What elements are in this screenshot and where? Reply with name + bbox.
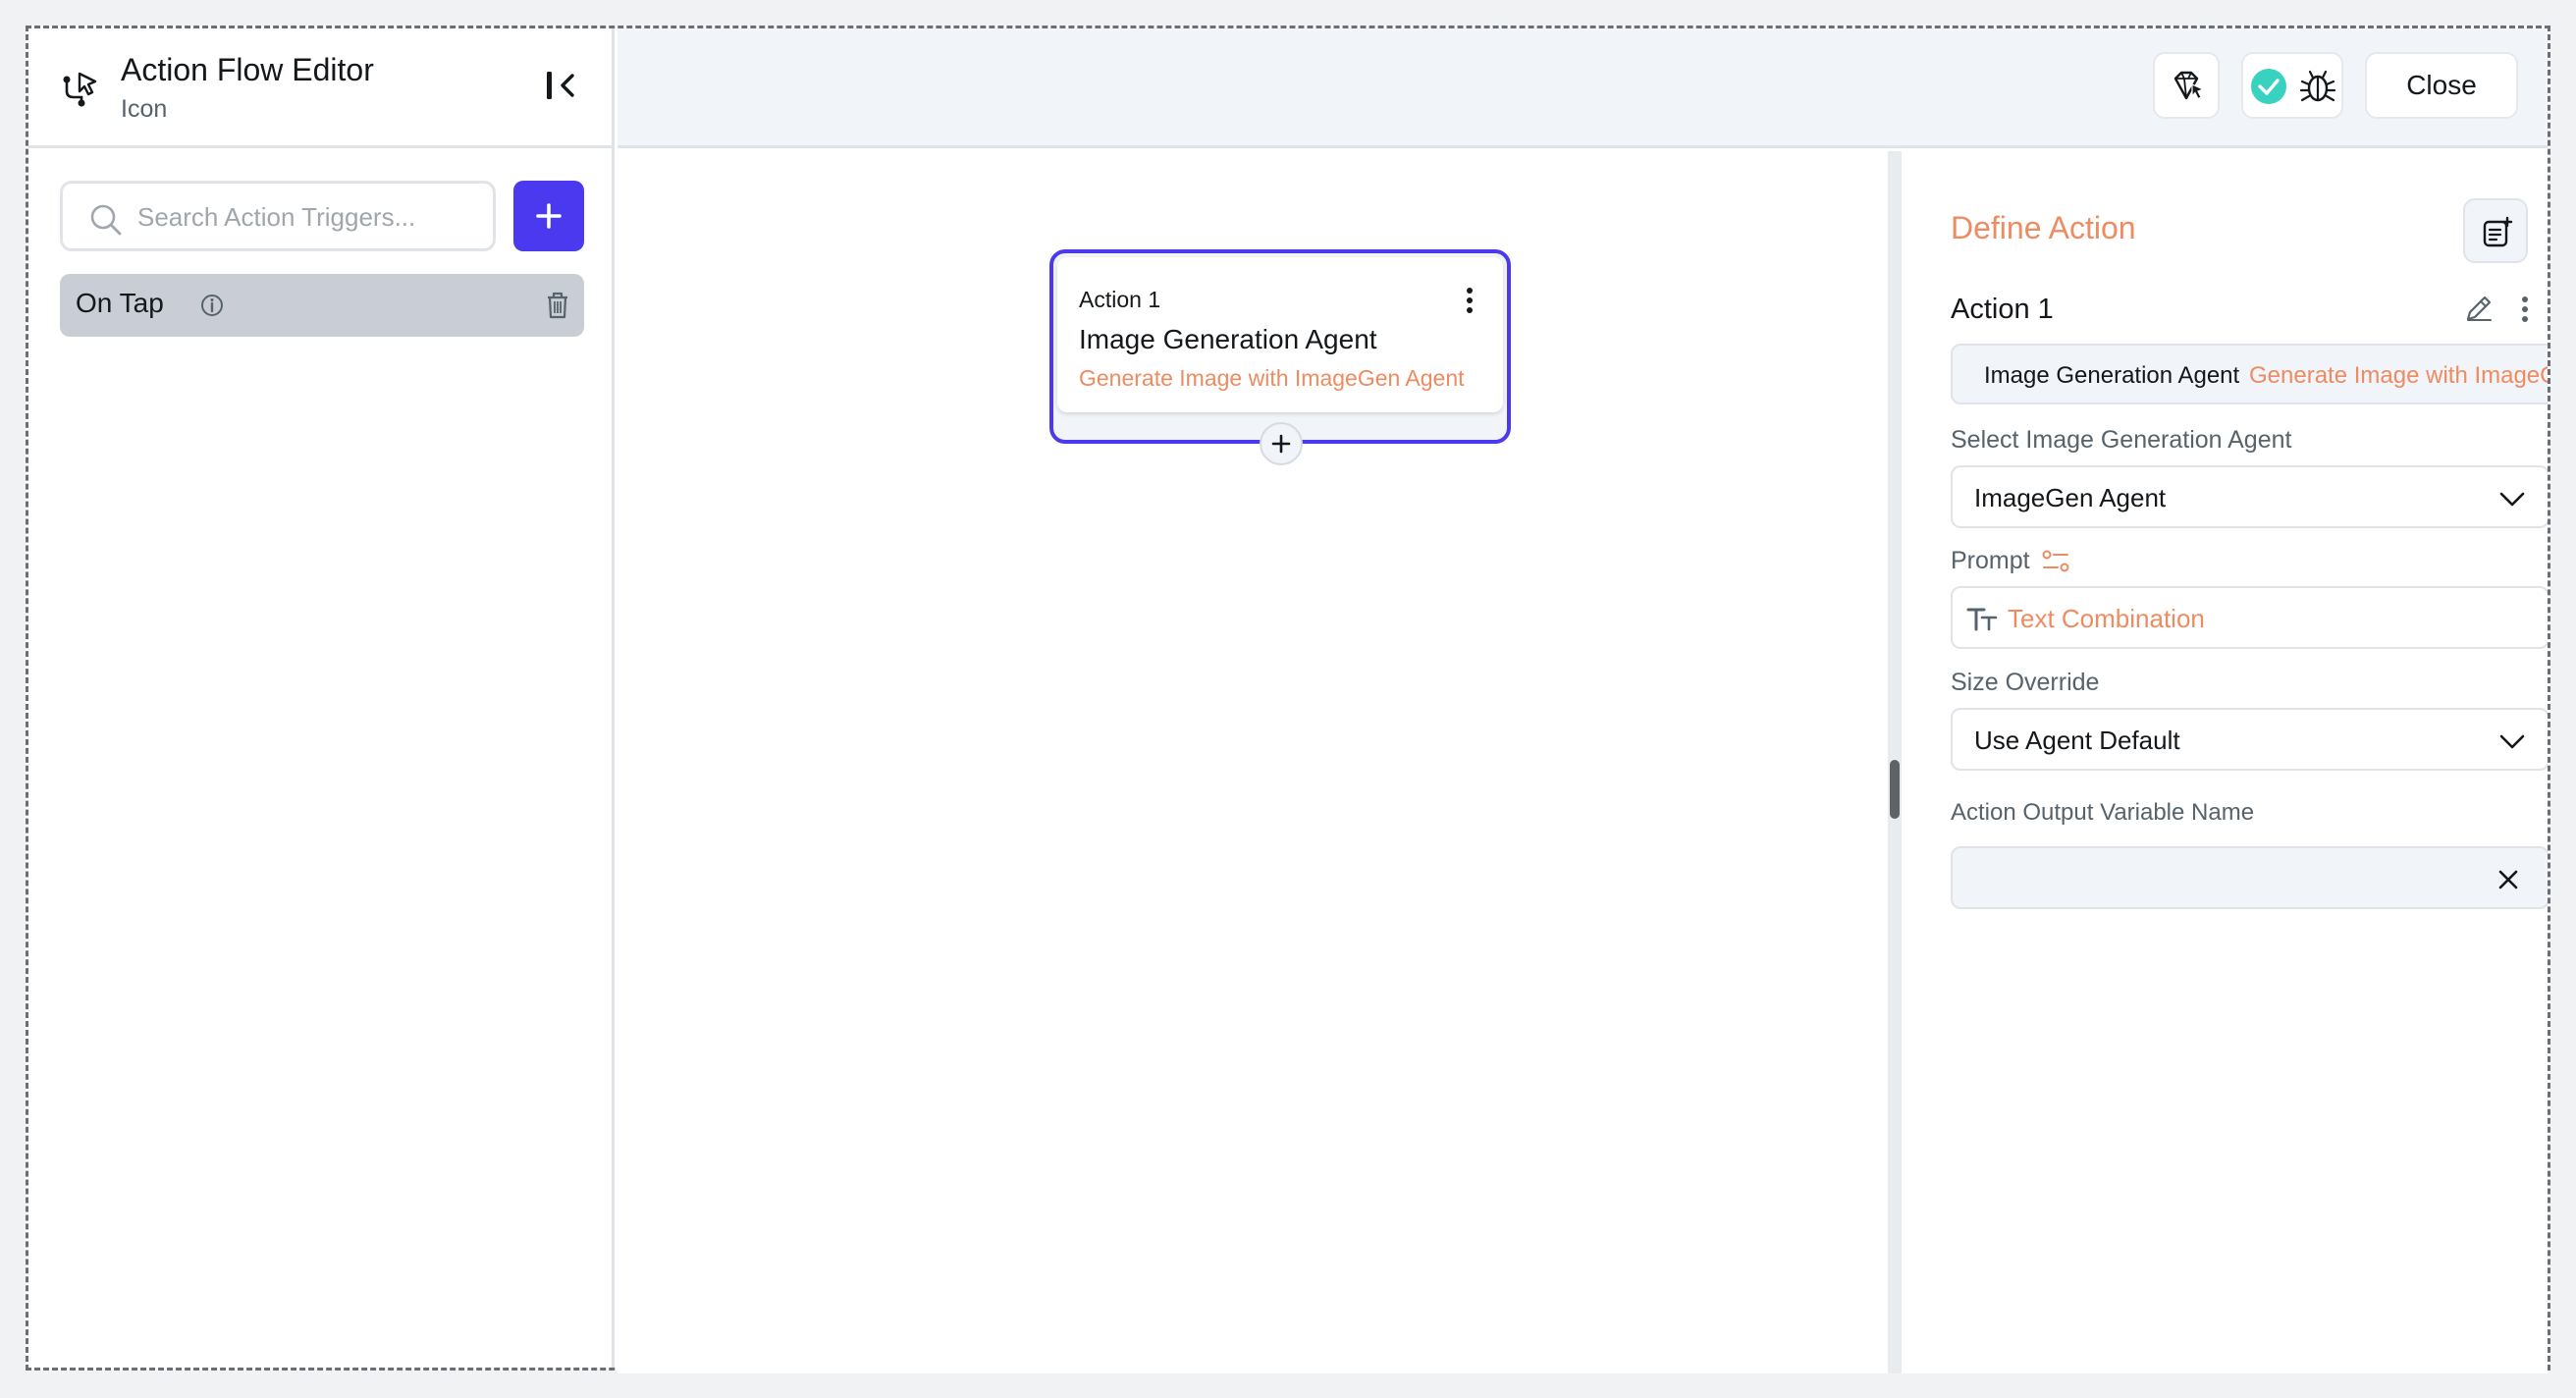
agent-tools-button[interactable] [2153,52,2220,119]
editor-toolbar: Close [617,28,2548,148]
prompt-field[interactable]: Text Combination [1951,586,2548,649]
variables-icon[interactable] [2041,549,2070,574]
size-override-select[interactable]: Use Agent Default [1951,708,2548,771]
more-vertical-icon[interactable] [2518,295,2532,324]
plus-icon [536,203,562,229]
action-summary-type: Image Generation Agent [1984,362,2240,389]
output-variable-label: Action Output Variable Name [1951,799,2255,826]
trigger-label: On Tap [76,288,164,318]
prompt-label: Prompt [1951,547,2030,574]
define-action-panel: Define Action Action 1 Image Generation … [1902,151,2548,1373]
action-summary[interactable]: Image Generation Agent Generate Image wi… [1951,344,2548,404]
action-summary-description: Generate Image with ImageGen Agent [2249,362,2548,389]
action-node-card[interactable]: Action 1 Image Generation Agent Generate… [1057,257,1503,412]
action-node-title: Image Generation Agent [1079,324,1377,354]
validation-debug-button[interactable] [2241,52,2343,119]
add-action-button[interactable] [1260,422,1303,465]
size-override-value: Use Agent Default [1974,726,2180,755]
prompt-value: Text Combination [2008,604,2205,633]
panel-splitter [1888,151,1902,1373]
size-override-label: Size Override [1951,669,2100,696]
plus-icon [1271,434,1291,454]
page-title: Action Flow Editor [121,52,374,87]
more-vertical-icon[interactable] [1462,285,1477,316]
action-notes-button[interactable] [2463,198,2528,263]
pencil-icon[interactable] [2463,293,2495,324]
page-subtitle: Icon [121,95,168,123]
search-icon [90,204,122,236]
info-icon[interactable] [199,293,225,318]
splitter-handle[interactable] [1890,760,1900,819]
output-variable-input[interactable] [1972,858,2483,901]
gem-cursor-icon [2174,71,2205,100]
trigger-item-on-tap[interactable]: On Tap [60,274,584,337]
action-name: Action 1 [1951,294,2054,325]
search-input[interactable] [137,195,481,239]
action-node[interactable]: Action 1 Image Generation Agent Generate… [1049,249,1511,465]
triggers-panel: Action Flow Editor Icon On Tap [28,28,615,1368]
flow-canvas[interactable]: Action 1 Image Generation Agent Generate… [617,151,1888,1373]
panel-header: Action Flow Editor Icon [28,28,612,148]
define-action-title: Define Action [1951,210,2136,245]
notes-add-icon [2483,216,2513,247]
chevron-down-icon [2499,492,2525,507]
trash-icon[interactable] [543,290,572,321]
bug-icon [2299,70,2336,102]
agent-select-label: Select Image Generation Agent [1951,426,2292,454]
search-box [60,181,496,251]
close-button[interactable]: Close [2365,52,2518,119]
action-node-kicker: Action 1 [1079,287,1161,312]
close-icon[interactable] [2496,868,2520,891]
text-type-icon [1966,608,1998,631]
agent-select-value: ImageGen Agent [1974,483,2167,512]
add-trigger-button[interactable] [513,181,584,251]
collapse-sidebar-icon[interactable] [543,66,580,105]
chevron-down-icon [2499,734,2525,749]
output-variable-field [1951,846,2548,909]
flow-branch-icon [63,72,97,107]
agent-select[interactable]: ImageGen Agent [1951,465,2548,528]
action-flow-editor-frame: Action Flow Editor Icon On Tap [26,26,2550,1373]
action-node-subtitle: Generate Image with ImageGen Agent [1079,365,1465,391]
check-circle-icon [2251,69,2286,104]
